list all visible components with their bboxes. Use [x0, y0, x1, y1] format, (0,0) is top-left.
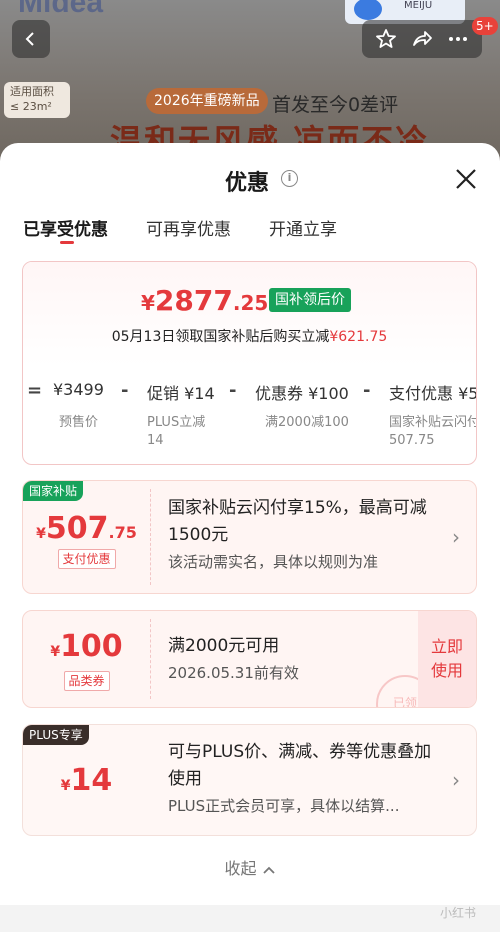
formula-op: -: [363, 380, 371, 401]
sheet-title: 优惠: [225, 171, 270, 196]
product-tagline: 首发至今0差评: [272, 94, 399, 116]
coupon-type-label: 品类券: [63, 671, 110, 691]
formula-value: 促销 ¥14: [147, 384, 215, 403]
back-button[interactable]: [12, 20, 50, 58]
coupon-amount-decimal: .75: [108, 523, 137, 542]
product-tag: 2026年重磅新品: [146, 88, 268, 114]
formula-op: -: [229, 380, 237, 401]
coupon-sub-text: PLUS正式会员可享，具体以结算...: [168, 797, 400, 815]
collapse-button[interactable]: 收起: [0, 855, 500, 879]
formula-value: 优惠券 ¥100: [255, 384, 349, 403]
price-summary-card: ¥2877.25 国补领后价 05月13日领取国家补贴后购买立减¥621.75 …: [22, 261, 477, 465]
bottom-bar: [0, 905, 500, 932]
summary-note-text: 05月13日领取国家补贴后购买立减: [111, 329, 330, 345]
coupon-amount: ¥100: [23, 629, 150, 664]
coupon-currency: ¥: [36, 526, 46, 542]
price-formula: = ¥3499 预售价 - 促销 ¥14 PLUS立减 14 - 优惠券 ¥10…: [23, 368, 476, 464]
chevron-left-icon: [25, 32, 34, 46]
coupon-main-text: 国家补贴云闪付享15%，最高可减1500元: [168, 498, 427, 545]
active-tab-indicator: [60, 241, 74, 244]
formula-sub: PLUS立减 14: [147, 415, 206, 448]
more-icon[interactable]: [446, 27, 470, 51]
coupon-corner-tag: 国家补贴: [23, 481, 84, 501]
coupon-left: ¥100 品类券: [23, 611, 150, 707]
product-page-background: Midea MEIJU 5+ 适用面积 ≤ 23m² 2026年重磅新品 首发至…: [0, 0, 500, 160]
discount-sheet: 优惠 i 已享受优惠 可再享优惠 开通立享 ¥2877.25 国补领后价 05月…: [0, 143, 500, 932]
formula-op: -: [121, 380, 129, 401]
coupon-left: PLUS专享 ¥14: [23, 725, 150, 835]
coupon-card[interactable]: ¥100 品类券 满2000元可用 2026.05.31前有效 已领 立即使用: [22, 610, 477, 708]
star-icon[interactable]: [374, 27, 398, 51]
close-icon: [456, 169, 476, 189]
formula-value: 支付优惠 ¥507.75: [389, 384, 476, 403]
notification-badge: 5+: [472, 17, 498, 35]
brand-logo: Midea: [18, 0, 104, 19]
use-now-button[interactable]: 立即使用: [418, 611, 476, 707]
coupon-divider: [150, 489, 151, 585]
coupon-amount: ¥14: [23, 763, 150, 798]
collapse-label: 收起: [224, 859, 257, 878]
coupon-amount-integer: 100: [60, 629, 123, 664]
coupon-body: 可与PLUS价、满减、券等优惠叠加使用 PLUS正式会员可享，具体以结算...: [168, 739, 436, 817]
final-price: ¥2877.25: [141, 284, 268, 317]
coupon-currency: ¥: [50, 644, 61, 660]
coupon-body: 满2000元可用 2026.05.31前有效: [168, 633, 406, 684]
coupon-main-text: 满2000元可用: [168, 636, 280, 656]
chevron-up-icon: [262, 866, 275, 874]
area-info: 适用面积 ≤ 23m²: [4, 82, 70, 118]
final-price-decimal: .25: [232, 291, 269, 315]
close-button[interactable]: [452, 165, 480, 193]
coupon-sub-text: 该活动需实名，具体以规则为准: [168, 553, 379, 571]
summary-note: 05月13日领取国家补贴后购买立减¥621.75: [23, 326, 476, 346]
formula-op: =: [27, 380, 43, 401]
summary-note-amount: ¥621.75: [329, 329, 388, 345]
formula-sub: 满2000减100: [265, 415, 349, 430]
coupon-main-text: 可与PLUS价、满减、券等优惠叠加使用: [168, 742, 432, 789]
final-price-integer: 2877: [154, 284, 233, 317]
info-icon[interactable]: i: [281, 170, 298, 187]
coupon-corner-tag: PLUS专享: [23, 725, 89, 745]
coupon-type-label: 支付优惠: [57, 549, 116, 569]
watermark: 小红书: [440, 906, 477, 920]
coupon-divider: [150, 619, 151, 699]
tab-more-available[interactable]: 可再享优惠: [146, 215, 231, 240]
chevron-right-icon: ›: [452, 768, 460, 792]
store-name: MEIJU: [404, 0, 433, 11]
top-actions: [362, 20, 482, 58]
coupon-currency: ¥: [60, 778, 71, 794]
coupon-card[interactable]: 国家补贴 ¥507.75 支付优惠 国家补贴云闪付享15%，最高可减1500元 …: [22, 480, 477, 594]
tab-enjoyed[interactable]: 已享受优惠: [23, 215, 108, 240]
area-label: 适用面积: [10, 85, 54, 98]
coupon-card[interactable]: PLUS专享 ¥14 可与PLUS价、满减、券等优惠叠加使用 PLUS正式会员可…: [22, 724, 477, 836]
price-tag: 国补领后价: [269, 288, 351, 312]
area-value: ≤ 23m²: [10, 100, 52, 113]
coupon-amount: ¥507.75: [23, 511, 150, 546]
coupon-sub-text: 2026.05.31前有效: [168, 664, 299, 682]
formula-value: ¥3499: [53, 380, 104, 399]
summary-top: ¥2877.25 国补领后价 05月13日领取国家补贴后购买立减¥621.75: [23, 262, 476, 366]
coupon-amount-integer: 14: [70, 763, 113, 798]
tab-activate[interactable]: 开通立享: [269, 215, 337, 240]
final-price-currency: ¥: [141, 291, 155, 315]
discount-tabs: 已享受优惠 可再享优惠 开通立享: [0, 215, 500, 255]
formula-sub: 国家补贴云闪付 507.75: [389, 415, 477, 448]
formula-sub: 预售价: [59, 415, 99, 430]
coupon-left: 国家补贴 ¥507.75 支付优惠: [23, 481, 150, 593]
chevron-right-icon: ›: [452, 525, 460, 549]
sheet-header: 优惠 i: [0, 143, 500, 215]
coupon-amount-integer: 507: [45, 511, 109, 546]
share-icon[interactable]: [410, 27, 434, 51]
coupon-body: 国家补贴云闪付享15%，最高可减1500元 该活动需实名，具体以规则为准: [168, 495, 436, 573]
